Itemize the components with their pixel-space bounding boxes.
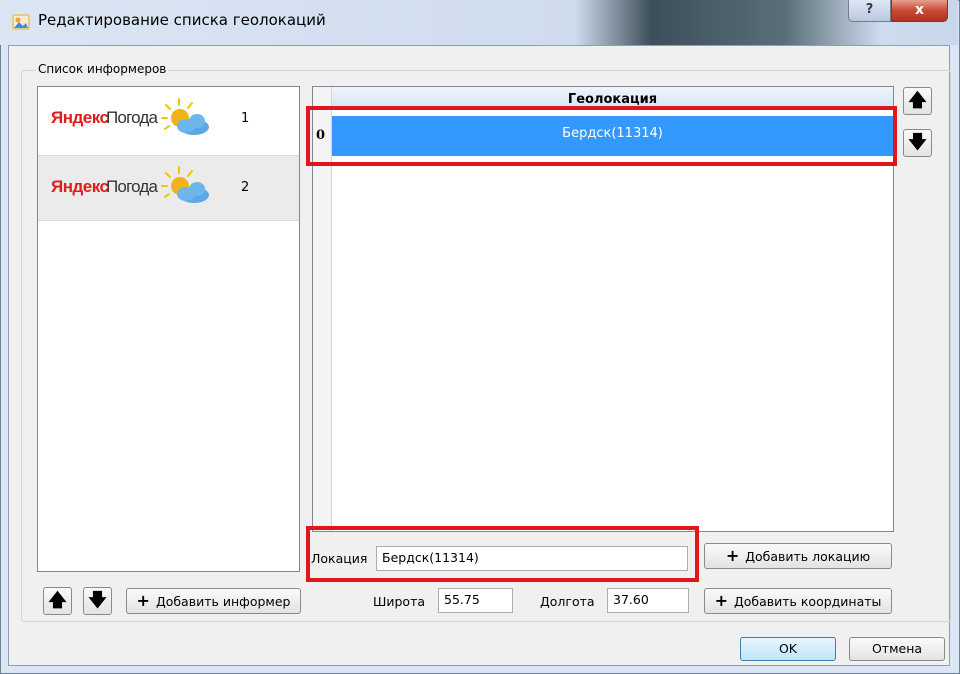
- close-button[interactable]: x: [891, 0, 948, 22]
- plus-icon: +: [725, 546, 740, 565]
- arrow-down-icon: 🡇: [908, 132, 927, 153]
- ok-button[interactable]: OK: [740, 637, 836, 661]
- informer-item-2[interactable]: Яндекс Погода 2: [38, 155, 299, 221]
- add-location-label: Добавить локацию: [745, 549, 871, 564]
- latitude-label: Широта: [373, 594, 426, 609]
- app-icon: [12, 14, 30, 30]
- add-informer-label: Добавить информер: [155, 594, 291, 609]
- arrow-up-icon: 🡅: [48, 590, 67, 611]
- informer-number: 1: [241, 111, 250, 126]
- sun-cloud-icon: [161, 96, 211, 141]
- add-coordinates-label: Добавить координаты: [733, 594, 882, 609]
- highlight-box-row: [306, 106, 897, 166]
- logo-brand: Яндекс: [51, 108, 109, 127]
- longitude-label: Долгота: [540, 594, 595, 609]
- logo-service: Погода: [106, 108, 158, 127]
- logo-service: Погода: [106, 177, 158, 196]
- plus-icon: +: [714, 591, 728, 610]
- longitude-input[interactable]: 37.60: [607, 588, 689, 613]
- logo-brand: Яндекс: [51, 177, 109, 196]
- add-location-button[interactable]: + Добавить локацию: [704, 543, 892, 569]
- informer-item-1[interactable]: Яндекс Погода 1: [38, 88, 299, 154]
- highlight-box-location: [306, 526, 699, 582]
- latitude-input[interactable]: 55.75: [438, 588, 513, 613]
- informer-move-down-button[interactable]: 🡇: [83, 587, 112, 615]
- arrow-down-icon: 🡇: [88, 590, 107, 611]
- informer-number: 2: [241, 180, 250, 195]
- help-button[interactable]: ?: [848, 0, 891, 22]
- informer-move-up-button[interactable]: 🡅: [43, 587, 72, 615]
- window-title: Редактирование списка геолокаций: [38, 11, 326, 29]
- arrow-up-icon: 🡅: [908, 90, 927, 111]
- plus-icon: +: [136, 591, 150, 610]
- sun-cloud-icon: [161, 164, 211, 209]
- location-move-down-button[interactable]: 🡇: [903, 129, 932, 157]
- add-coordinates-button[interactable]: + Добавить координаты: [704, 588, 892, 614]
- add-informer-button[interactable]: + Добавить информер: [126, 588, 301, 614]
- group-label: Список информеров: [36, 62, 169, 76]
- cancel-button[interactable]: Отмена: [849, 637, 945, 661]
- location-move-up-button[interactable]: 🡅: [903, 87, 932, 115]
